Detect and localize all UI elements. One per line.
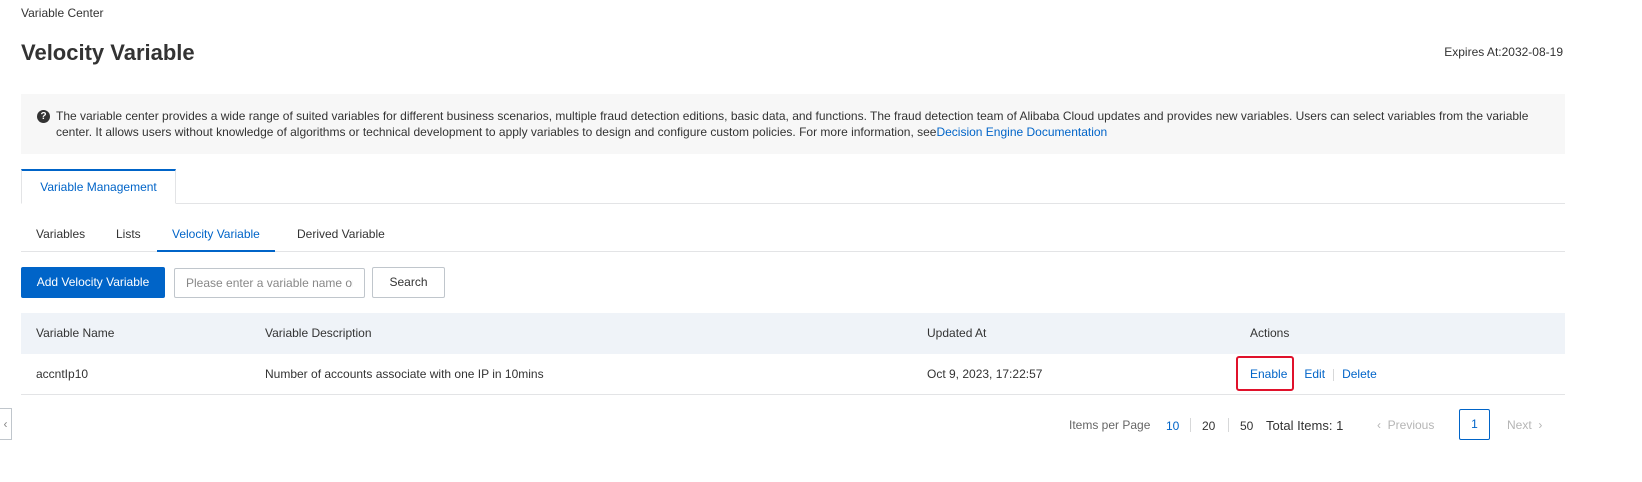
question-circle-icon: ? (37, 110, 50, 123)
header-actions: Actions (1250, 326, 1290, 340)
top-tab-bar: Variable Management (21, 169, 1565, 204)
header-updated-at: Updated At (927, 326, 987, 340)
tab-lists[interactable]: Lists (101, 219, 156, 252)
page-title: Velocity Variable (21, 40, 195, 65)
chevron-left-icon: ‹ (3, 417, 8, 431)
header-variable-name: Variable Name (36, 326, 115, 340)
search-button[interactable]: Search (372, 267, 445, 298)
page-size-20[interactable]: 20 (1202, 410, 1215, 442)
tab-velocity-variable[interactable]: Velocity Variable (157, 219, 275, 252)
enable-highlight-box (1236, 356, 1294, 391)
expires-label: Expires At:2032-08-19 (1444, 45, 1563, 59)
cell-updated-at: Oct 9, 2023, 17:22:57 (927, 367, 1043, 381)
tab-derived-variable[interactable]: Derived Variable (282, 219, 400, 252)
page-size-50[interactable]: 50 (1240, 410, 1253, 442)
page-number-1[interactable]: 1 (1459, 409, 1490, 440)
add-velocity-variable-button[interactable]: Add Velocity Variable (21, 267, 165, 298)
previous-label: Previous (1387, 418, 1435, 432)
cell-variable-description: Number of accounts associate with one IP… (265, 367, 544, 381)
chevron-right-icon: › (1538, 418, 1543, 432)
action-divider (1333, 368, 1335, 381)
page-size-divider (1228, 418, 1229, 432)
breadcrumb[interactable]: Variable Center (21, 6, 104, 20)
items-per-page-label: Items per Page (1069, 418, 1151, 432)
info-description: The variable center provides a wide rang… (56, 109, 1529, 139)
header-variable-description: Variable Description (265, 326, 372, 340)
sidebar-collapse-handle[interactable]: ‹ (0, 408, 12, 440)
cell-variable-name: accntIp10 (36, 367, 89, 381)
next-button[interactable]: Next › (1507, 410, 1542, 440)
info-box: ? The variable center provides a wide ra… (21, 94, 1565, 154)
edit-link[interactable]: Edit (1304, 367, 1325, 381)
total-items: Total Items: 1 (1266, 418, 1344, 433)
delete-link[interactable]: Delete (1342, 367, 1377, 381)
tab-variables[interactable]: Variables (21, 219, 100, 252)
next-label: Next (1507, 418, 1532, 432)
search-input[interactable] (174, 268, 365, 298)
table-row: accntIp10 Number of accounts associate w… (21, 354, 1565, 395)
page-size-10[interactable]: 10 (1166, 410, 1179, 442)
chevron-left-icon: ‹ (1377, 418, 1381, 432)
previous-button[interactable]: ‹ Previous (1377, 410, 1434, 440)
table-header: Variable Name Variable Description Updat… (21, 313, 1565, 354)
page-size-divider (1190, 418, 1191, 432)
documentation-link[interactable]: Decision Engine Documentation (936, 125, 1107, 139)
sub-tab-bar: Variables Lists Velocity Variable Derive… (21, 219, 1565, 252)
info-text: The variable center provides a wide rang… (56, 108, 1536, 140)
tab-variable-management[interactable]: Variable Management (21, 169, 176, 204)
variables-table: Variable Name Variable Description Updat… (21, 313, 1565, 395)
